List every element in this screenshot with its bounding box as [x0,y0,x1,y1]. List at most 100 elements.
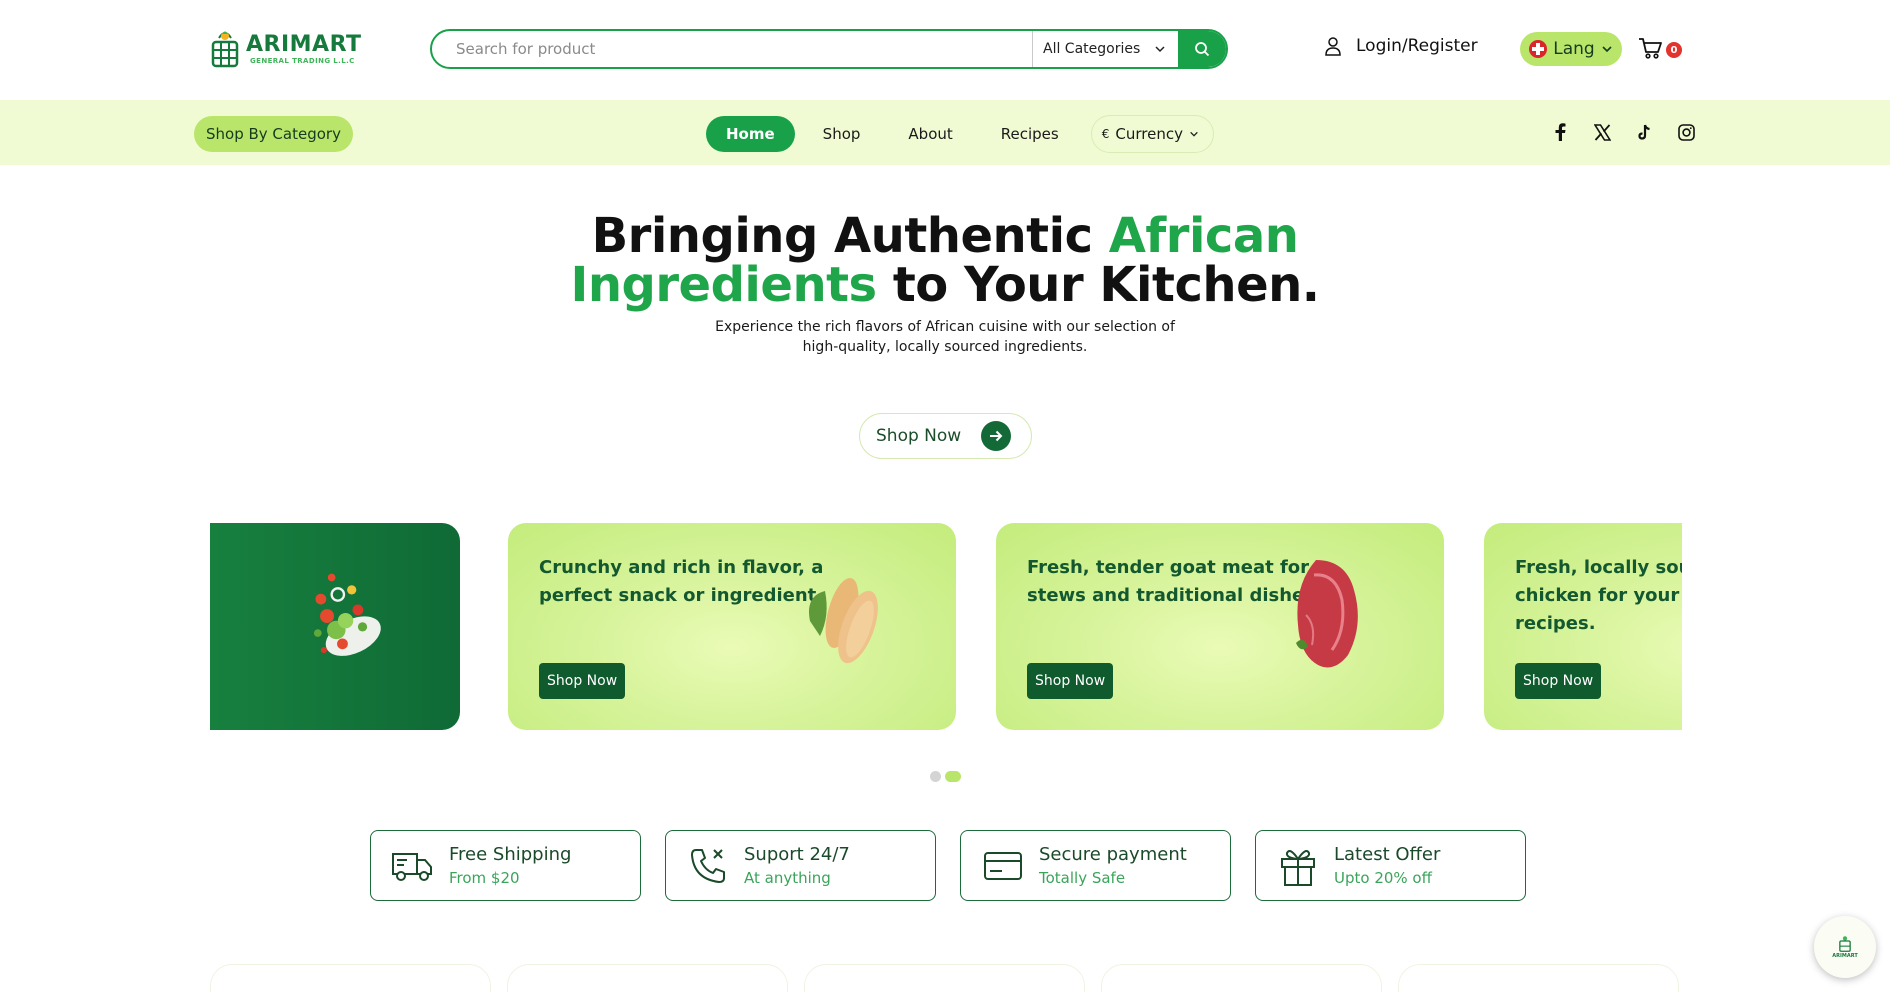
language-label: Lang [1553,39,1595,59]
currency-label: Currency [1115,125,1183,143]
hero-shop-now-button[interactable]: Shop Now [859,413,1032,459]
nav-item-shop[interactable]: Shop [803,116,881,152]
category-select[interactable]: All Categories [1032,31,1178,67]
nav-item-recipes[interactable]: Recipes [981,116,1079,152]
card-icon [981,844,1025,888]
promo-card-salad[interactable] [210,523,460,730]
header: ARIMART GENERAL TRADING L.L.C All Catego… [0,0,1890,100]
promo-card-chicken[interactable]: Fresh, locally sourced chicken for your … [1484,523,1682,730]
search-icon [1195,42,1210,57]
hero-title-green2: Ingredients [570,257,877,313]
search-button[interactable] [1178,31,1226,67]
feature-title: Secure payment [1039,843,1187,865]
promo-carousel: Crunchy and rich in flavor, a perfect sn… [210,523,1682,731]
instagram-icon[interactable] [1676,122,1696,142]
category-cards-row [210,964,1679,992]
feature-support: Suport 24/7 At anything [665,830,936,901]
cart-button[interactable]: 0 [1638,36,1682,64]
basket-logo-icon [1839,936,1851,952]
promo-shop-now-button[interactable]: Shop Now [539,663,626,699]
promo-card-text: Fresh, tender goat meat for stews and tr… [1027,554,1315,610]
salad-bowl-image [313,573,381,656]
hero-title-part1: Bringing Authentic [591,208,1109,264]
promo-card-text: Fresh, locally sourced chicken for your … [1515,554,1682,638]
social-links [1550,122,1696,142]
logo-subtitle: GENERAL TRADING L.L.C [250,57,355,65]
feature-subtitle: From $20 [449,868,520,887]
truck-icon [391,844,435,888]
search-bar: All Categories [430,29,1228,69]
hero-subtitle-line2: high-quality, locally sourced ingredient… [802,339,1088,355]
tiktok-icon[interactable] [1634,122,1654,142]
nav-bar: Shop By Category Home Shop About Recipes… [0,100,1890,165]
category-card[interactable] [1101,964,1382,992]
feature-title: Free Shipping [449,843,572,865]
feature-free-shipping: Free Shipping From $20 [370,830,641,901]
nav-item-home[interactable]: Home [706,116,795,152]
feature-secure-payment: Secure payment Totally Safe [960,830,1231,901]
main-nav: Home Shop About Recipes € Currency [706,115,1214,153]
phone-icon [686,844,730,888]
hero-shop-now-label: Shop Now [876,426,962,446]
carousel-dot-active[interactable] [945,771,961,782]
chevron-down-icon [1602,46,1612,53]
hero-subtitle: Experience the rich flavors of African c… [700,317,1190,357]
chat-widget-button[interactable]: ARIMART [1814,916,1876,978]
promo-card-text-line: Crunchy and rich in flavor, a [539,557,824,578]
feature-latest-offer: Latest Offer Upto 20% off [1255,830,1526,901]
login-register-link[interactable]: Login/Register [1324,36,1478,56]
shop-by-category-button[interactable]: Shop By Category [194,116,353,152]
carousel-dot[interactable] [930,771,941,782]
category-card[interactable] [1398,964,1679,992]
hero-title: Bringing Authentic African Ingredients t… [0,212,1890,310]
x-icon[interactable] [1592,122,1612,142]
feature-subtitle: At anything [744,868,831,887]
hero-title-part2: to Your Kitchen. [876,257,1320,313]
category-card[interactable] [210,964,491,992]
login-register-label: Login/Register [1356,36,1478,56]
flag-icon [1529,40,1548,58]
goat-meat-image [1296,560,1358,668]
cart-icon [1639,38,1662,59]
hero-title-green1: African [1108,208,1299,264]
language-selector[interactable]: Lang [1520,32,1622,66]
search-input[interactable] [432,31,1032,67]
currency-selector[interactable]: € Currency [1090,115,1214,153]
promo-shop-now-button[interactable]: Shop Now [1027,663,1114,699]
feature-title: Suport 24/7 [744,843,850,865]
nav-item-about[interactable]: About [888,116,972,152]
arrow-right-icon [981,421,1012,451]
user-icon [1325,37,1341,56]
category-card[interactable] [507,964,788,992]
hero-subtitle-line1: Experience the rich flavors of African c… [715,319,1175,335]
promo-card-text: Crunchy and rich in flavor, a perfect sn… [539,554,823,610]
promo-card-text-line: perfect snack or ingredient [539,585,817,606]
promo-card-text-line: chicken for your traditional [1515,585,1682,606]
category-card[interactable] [804,964,1085,992]
promo-card-text-line: Fresh, tender goat meat for [1027,557,1310,578]
promo-card-text-line: Fresh, locally sourced [1515,557,1682,578]
chevron-down-icon [1190,131,1198,137]
feature-subtitle: Upto 20% off [1334,868,1432,887]
chevron-down-icon [1155,46,1165,53]
promo-shop-now-button[interactable]: Shop Now [1515,663,1602,699]
cart-count-badge: 0 [1666,42,1682,58]
promo-card-nuts[interactable]: Crunchy and rich in flavor, a perfect sn… [508,523,956,730]
euro-icon: € [1101,127,1110,141]
promo-card-goat-meat[interactable]: Fresh, tender goat meat for stews and tr… [996,523,1444,730]
page: ARIMART GENERAL TRADING L.L.C All Catego… [0,0,1890,992]
feature-title: Latest Offer [1334,843,1441,865]
carousel-pagination [930,771,961,782]
chat-widget-label: ARIMART [1832,953,1858,959]
logo[interactable]: ARIMART GENERAL TRADING L.L.C [210,28,362,70]
basket-logo-icon [211,31,239,68]
gift-icon [1276,844,1320,888]
features-row: Free Shipping From $20 Suport 24/7 At an… [370,830,1526,901]
promo-card-text-line: recipes. [1515,613,1596,634]
logo-name: ARIMART [246,32,362,57]
promo-card-text-line: stews and traditional dishes [1027,585,1315,606]
facebook-icon[interactable] [1550,122,1570,142]
peanuts-image [809,578,878,664]
feature-subtitle: Totally Safe [1039,868,1126,887]
category-select-value: All Categories [1043,41,1141,57]
